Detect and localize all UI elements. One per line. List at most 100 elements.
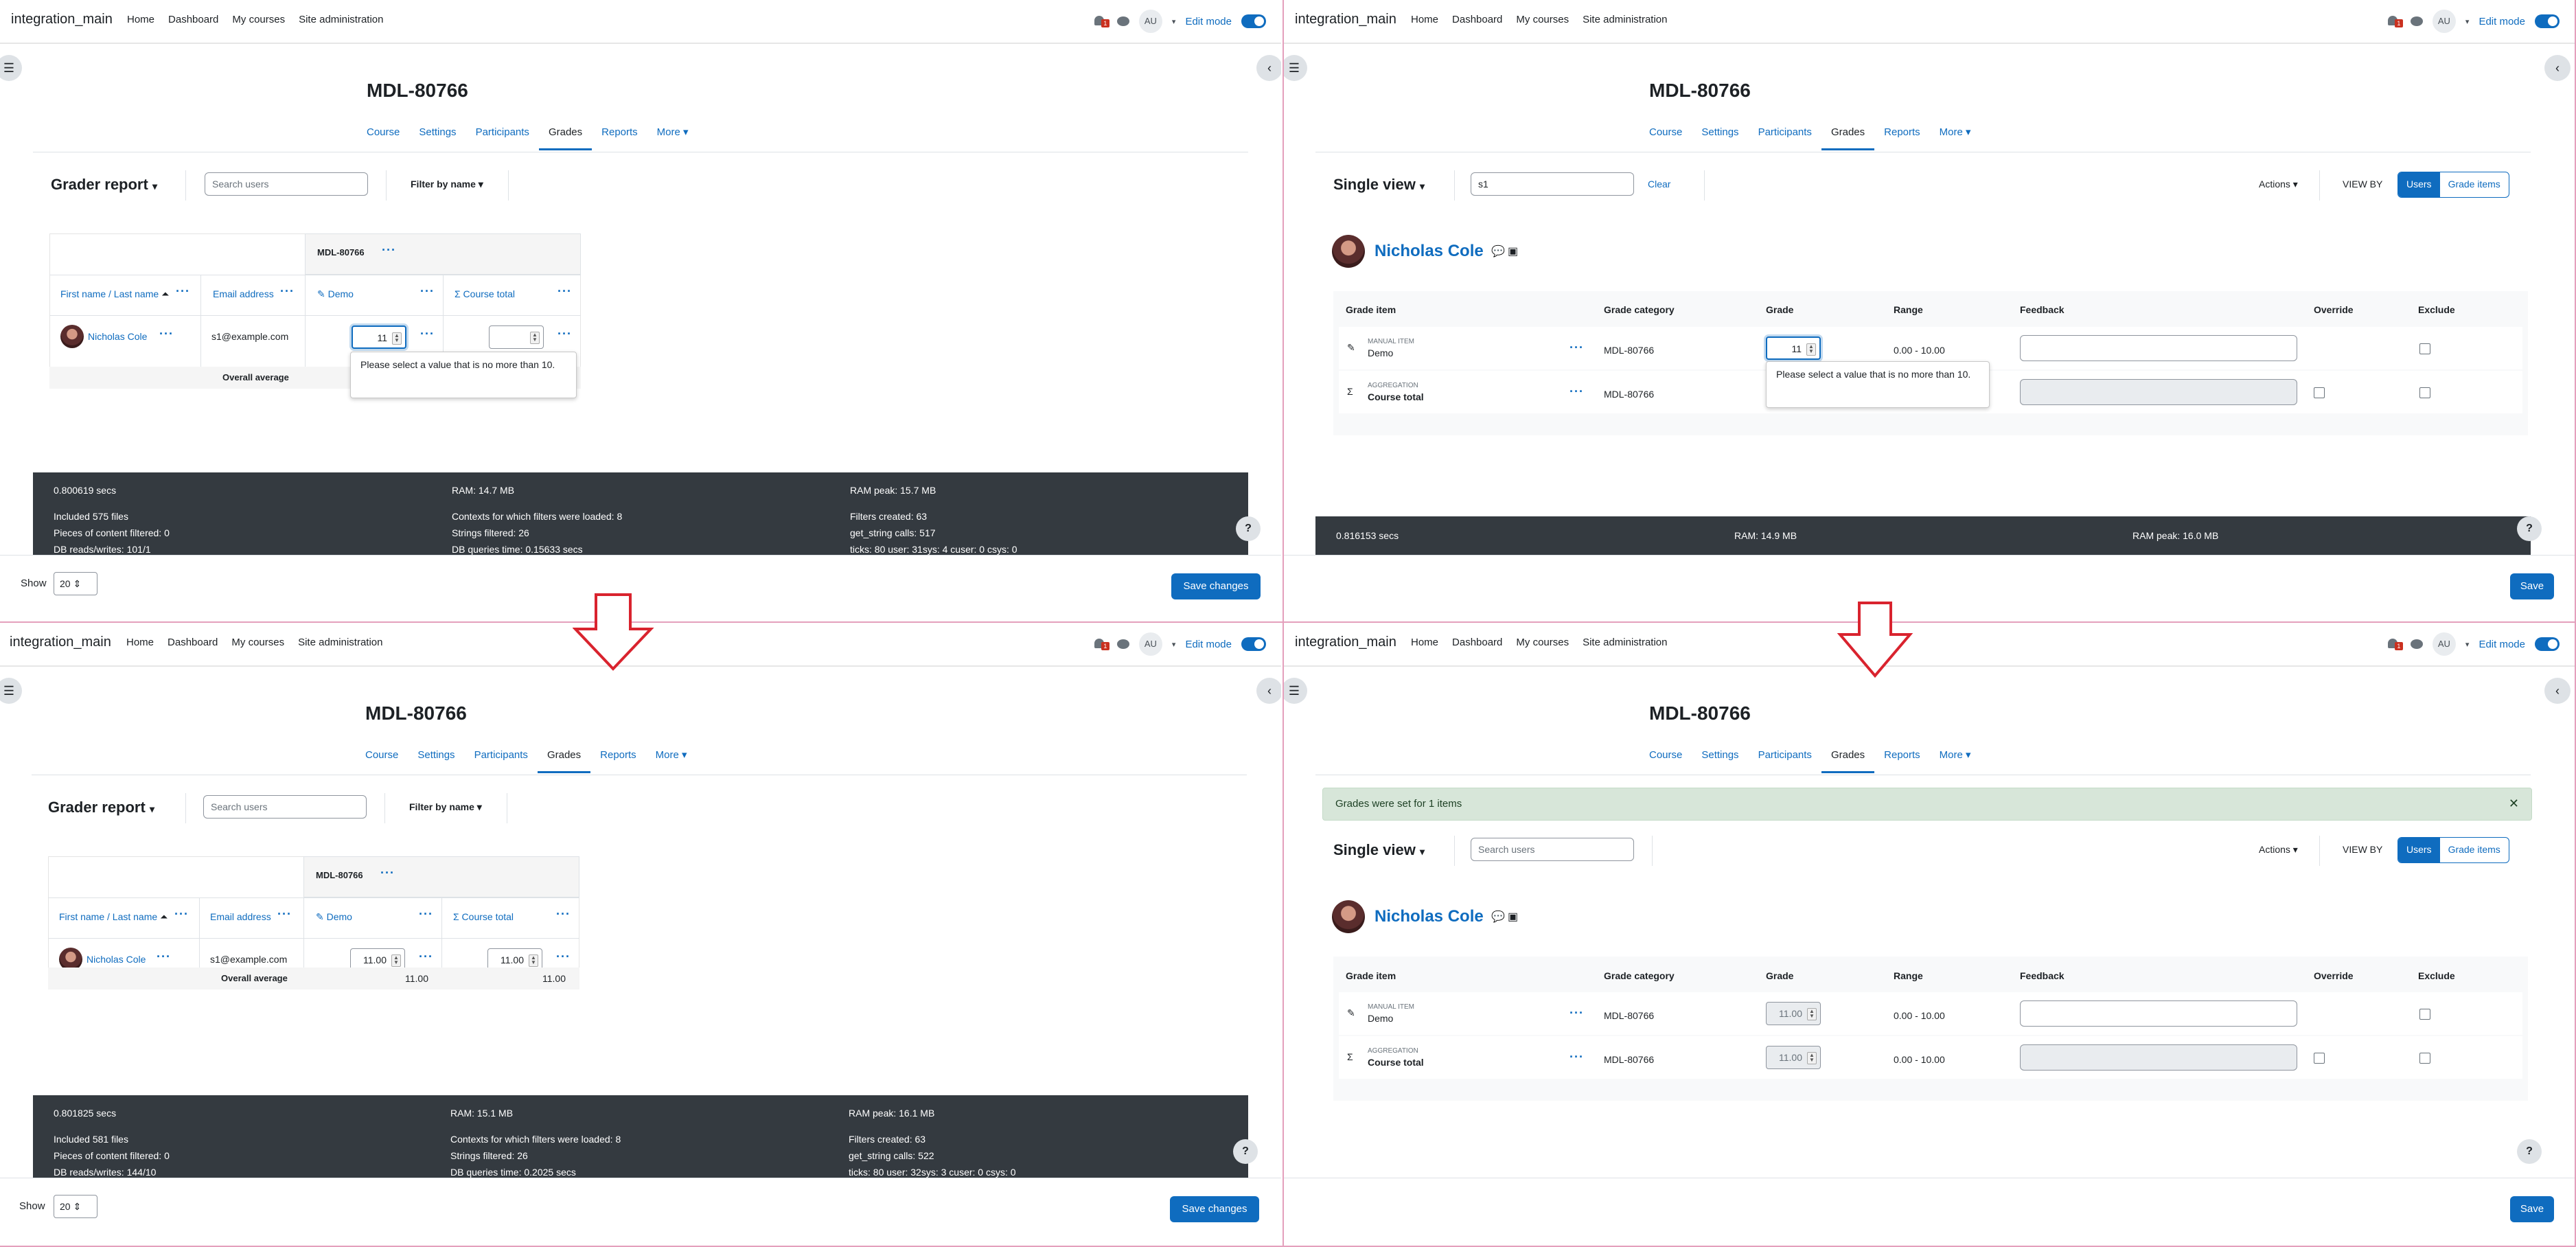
row1-actions-icon[interactable]: ··· — [1569, 1006, 1584, 1020]
first-name-sort[interactable]: First name — [59, 911, 104, 922]
student-name[interactable]: Nicholas Cole — [1375, 907, 1484, 926]
row1-grade-input[interactable]: 11.00 ▲ ▼ — [1766, 1002, 1821, 1025]
search-users-input[interactable]: Search users — [205, 172, 368, 196]
student-name-link[interactable]: Nicholas Cole — [87, 954, 146, 965]
tab-grades[interactable]: Grades — [1821, 124, 1875, 150]
tab-more[interactable]: More ▾ — [1930, 124, 1981, 148]
contact-card-icon[interactable]: ▣ — [1508, 910, 1518, 924]
per-page-select[interactable]: 20 ⇕ — [54, 1195, 97, 1218]
tab-reports[interactable]: Reports — [592, 124, 647, 148]
row1-feedback-input[interactable] — [2020, 335, 2297, 361]
view-by-users[interactable]: Users — [2398, 838, 2440, 862]
nav-home[interactable]: Home — [1411, 637, 1438, 648]
email-actions-icon[interactable]: ··· — [280, 284, 295, 299]
notification-bell-icon[interactable]: 1 — [1092, 637, 1109, 652]
messages-icon[interactable] — [2410, 639, 2423, 649]
report-selector[interactable]: Grader report ▾ — [48, 799, 154, 816]
nav-dashboard[interactable]: Dashboard — [168, 14, 218, 25]
total-grade-actions-icon[interactable]: ··· — [556, 950, 571, 964]
tab-reports[interactable]: Reports — [590, 746, 646, 771]
tab-more[interactable]: More ▾ — [646, 746, 697, 771]
row1-exclude-checkbox[interactable] — [2419, 1009, 2430, 1020]
messages-icon[interactable] — [1116, 639, 1129, 649]
stepper-icon[interactable]: ▲ ▼ — [391, 954, 401, 967]
user-avatar[interactable]: AU — [1138, 632, 1162, 656]
total-grade-input[interactable]: ▲ ▼ — [489, 325, 544, 349]
search-users-input[interactable]: Search users — [1471, 838, 1634, 861]
row1-exclude-checkbox[interactable] — [2419, 343, 2430, 354]
messages-icon[interactable] — [2410, 16, 2423, 26]
help-icon[interactable]: ? — [2517, 1139, 2542, 1164]
user-avatar[interactable]: AU — [1138, 10, 1162, 33]
tab-participants[interactable]: Participants — [1749, 124, 1821, 148]
nav-home[interactable]: Home — [1411, 14, 1438, 25]
student-actions-icon[interactable]: ··· — [157, 950, 171, 964]
report-selector[interactable]: Grader report ▾ — [51, 176, 157, 194]
messages-icon[interactable] — [1116, 16, 1129, 26]
filter-by-name-button[interactable]: Filter by name ▾ — [411, 179, 483, 190]
chevron-down-icon[interactable]: ▾ — [1172, 17, 1176, 26]
student-avatar[interactable] — [60, 325, 84, 348]
edit-mode-toggle[interactable] — [1241, 14, 1266, 28]
email-header[interactable]: Email address — [210, 911, 271, 922]
nav-site-admin[interactable]: Site administration — [1583, 14, 1667, 25]
chevron-down-icon[interactable]: ▾ — [2465, 17, 2470, 26]
help-icon[interactable]: ? — [1233, 1139, 1258, 1164]
nav-home[interactable]: Home — [127, 14, 154, 25]
course-index-toggle-icon[interactable]: ☰ — [0, 55, 22, 81]
search-users-input[interactable]: Search users — [203, 795, 367, 819]
tab-settings[interactable]: Settings — [1692, 746, 1748, 771]
course-index-toggle-icon[interactable]: ☰ — [1284, 55, 1307, 81]
tab-participants[interactable]: Participants — [1749, 746, 1821, 771]
block-drawer-toggle-icon[interactable]: ‹ — [1256, 55, 1281, 81]
nav-home[interactable]: Home — [126, 637, 154, 648]
nav-dashboard[interactable]: Dashboard — [168, 637, 218, 648]
message-icon[interactable]: 💬 — [1491, 910, 1505, 924]
edit-mode-toggle[interactable] — [2535, 14, 2560, 28]
row2-override-checkbox[interactable] — [2314, 387, 2325, 398]
search-users-input[interactable]: s1 — [1471, 172, 1634, 196]
tab-course[interactable]: Course — [356, 746, 408, 771]
stepper-icon[interactable]: ▲ ▼ — [1807, 1008, 1817, 1020]
student-actions-icon[interactable]: ··· — [159, 327, 174, 341]
save-button[interactable]: Save — [2510, 1196, 2554, 1222]
block-drawer-toggle-icon[interactable]: ‹ — [2544, 55, 2571, 81]
category-actions-icon[interactable]: ··· — [380, 866, 395, 880]
report-selector[interactable]: Single view ▾ — [1333, 176, 1425, 194]
nav-dashboard[interactable]: Dashboard — [1452, 14, 1502, 25]
help-icon[interactable]: ? — [1236, 516, 1261, 541]
report-selector[interactable]: Single view ▾ — [1333, 841, 1425, 859]
row2-exclude-checkbox[interactable] — [2419, 387, 2430, 398]
help-icon[interactable]: ? — [2517, 516, 2542, 541]
nav-dashboard[interactable]: Dashboard — [1452, 637, 1502, 648]
tab-course[interactable]: Course — [1640, 124, 1692, 148]
filter-by-name-button[interactable]: Filter by name ▾ — [409, 801, 482, 813]
view-by-users[interactable]: Users — [2398, 172, 2440, 197]
total-header[interactable]: Σ Course total — [455, 288, 515, 299]
row1-feedback-input[interactable] — [2020, 1000, 2297, 1027]
notification-bell-icon[interactable]: 1 — [2386, 637, 2403, 652]
course-index-toggle-icon[interactable]: ☰ — [1284, 678, 1307, 704]
tab-reports[interactable]: Reports — [1874, 124, 1930, 148]
stepper-icon[interactable]: ▲ ▼ — [1806, 343, 1816, 356]
actions-menu[interactable]: Actions ▾ — [2259, 844, 2298, 856]
tab-participants[interactable]: Participants — [465, 746, 538, 771]
site-brand[interactable]: integration_main — [10, 634, 111, 650]
total-actions-icon[interactable]: ··· — [557, 284, 572, 299]
nav-my-courses[interactable]: My courses — [231, 637, 284, 648]
chevron-down-icon[interactable]: ▾ — [2465, 640, 2470, 649]
tab-grades[interactable]: Grades — [538, 124, 593, 150]
user-avatar[interactable]: AU — [2432, 632, 2456, 656]
total-header[interactable]: Σ Course total — [453, 911, 514, 922]
nav-my-courses[interactable]: My courses — [1516, 637, 1569, 648]
student-name-link[interactable]: Nicholas Cole — [88, 331, 147, 342]
grade-actions-icon[interactable]: ··· — [420, 327, 435, 341]
stepper-icon[interactable]: ▲ ▼ — [530, 332, 540, 344]
student-name[interactable]: Nicholas Cole — [1375, 242, 1484, 261]
contact-card-icon[interactable]: ▣ — [1508, 244, 1518, 258]
tab-course[interactable]: Course — [357, 124, 409, 148]
site-brand[interactable]: integration_main — [11, 12, 113, 27]
actions-menu[interactable]: Actions ▾ — [2259, 179, 2298, 190]
nav-my-courses[interactable]: My courses — [1516, 14, 1569, 25]
save-changes-button[interactable]: Save changes — [1171, 573, 1261, 599]
